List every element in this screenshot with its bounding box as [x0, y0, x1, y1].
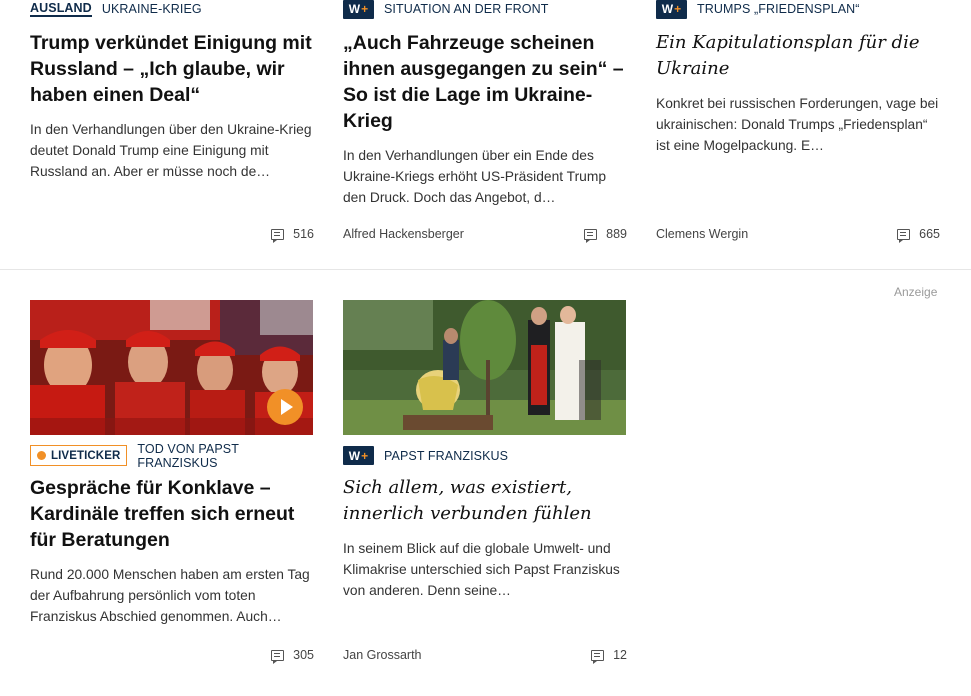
article-headline[interactable]: Trump verkündet Einigung mit Russland – …	[30, 30, 314, 108]
article-headline[interactable]: Sich allem, was existiert, innerlich ver…	[343, 475, 627, 527]
comment-count: 12	[613, 648, 627, 662]
article-teaser[interactable]: Rund 20.000 Menschen haben am ersten Tag…	[30, 564, 314, 627]
topic-label[interactable]: SITUATION AN DER FRONT	[384, 2, 548, 16]
article-card-1[interactable]: AUSLAND UKRAINE-KRIEG Trump verkündet Ei…	[30, 0, 314, 243]
welt-plus-badge: W +	[656, 0, 687, 19]
row-divider	[0, 269, 971, 270]
pope-tree-photo	[343, 300, 626, 435]
topic-label[interactable]: TOD VON PAPST FRANZISKUS	[137, 442, 314, 470]
comment-count: 665	[919, 227, 940, 241]
article-card-3[interactable]: W + TRUMPS „FRIEDENSPLAN“ Ein Kapitulatio…	[656, 0, 940, 243]
comment-icon	[271, 228, 285, 243]
comment-icon	[584, 228, 598, 243]
article-image-pope-tree[interactable]	[343, 300, 626, 435]
article-image-cardinals[interactable]	[30, 300, 313, 435]
article-meta: 516	[30, 226, 314, 243]
comments-link[interactable]: 665	[897, 227, 940, 243]
article-card-4[interactable]: LIVETICKER TOD VON PAPST FRANZISKUS Gesp…	[30, 442, 314, 664]
topic-label[interactable]: TRUMPS „FRIEDENSPLAN“	[697, 2, 860, 16]
live-dot-icon	[37, 451, 46, 460]
kicker: W + SITUATION AN DER FRONT	[343, 0, 627, 19]
article-teaser[interactable]: In den Verhandlungen über ein Ende des U…	[343, 145, 627, 208]
comment-count: 305	[293, 648, 314, 662]
comment-count: 516	[293, 227, 314, 241]
comment-icon	[897, 228, 911, 243]
play-video-button[interactable]	[267, 389, 303, 425]
topic-label[interactable]: PAPST FRANZISKUS	[384, 449, 508, 463]
article-headline[interactable]: „Auch Fahrzeuge scheinen ihnen ausgegang…	[343, 30, 627, 134]
author-name[interactable]: Alfred Hackensberger	[343, 227, 464, 241]
article-teaser[interactable]: Konkret bei russischen Forderungen, vage…	[656, 93, 940, 156]
welt-plus-badge: W +	[343, 446, 374, 465]
comment-icon	[271, 649, 285, 664]
author-name[interactable]: Clemens Wergin	[656, 227, 748, 241]
comments-link[interactable]: 516	[271, 227, 314, 243]
ad-label: Anzeige	[894, 285, 938, 299]
author-name[interactable]: Jan Grossarth	[343, 648, 422, 662]
comment-count: 889	[606, 227, 627, 241]
comment-icon	[591, 649, 605, 664]
article-meta: 305	[30, 647, 314, 664]
article-card-2[interactable]: W + SITUATION AN DER FRONT „Auch Fahrzeug…	[343, 0, 627, 243]
comments-link[interactable]: 889	[584, 227, 627, 243]
article-headline[interactable]: Ein Kapitulationsplan für die Ukraine	[656, 30, 940, 82]
comments-link[interactable]: 12	[591, 648, 627, 664]
article-headline[interactable]: Gespräche für Konklave – Kardinäle treff…	[30, 475, 314, 553]
topic-label[interactable]: UKRAINE-KRIEG	[102, 2, 202, 16]
kicker: W + PAPST FRANZISKUS	[343, 445, 627, 466]
section-label[interactable]: AUSLAND	[30, 1, 92, 17]
article-meta: Jan Grossarth 12	[343, 647, 627, 664]
article-meta: Clemens Wergin 665	[656, 226, 940, 243]
article-teaser[interactable]: In den Verhandlungen über den Ukraine-Kr…	[30, 119, 314, 182]
article-meta: Alfred Hackensberger 889	[343, 226, 627, 243]
liveticker-badge: LIVETICKER	[30, 445, 128, 466]
kicker: W + TRUMPS „FRIEDENSPLAN“	[656, 0, 940, 19]
comments-link[interactable]: 305	[271, 648, 314, 664]
liveticker-label: LIVETICKER	[51, 449, 121, 462]
kicker: LIVETICKER TOD VON PAPST FRANZISKUS	[30, 442, 314, 470]
kicker: AUSLAND UKRAINE-KRIEG	[30, 0, 314, 18]
article-teaser[interactable]: In seinem Blick auf die globale Umwelt- …	[343, 538, 627, 601]
welt-plus-badge: W +	[343, 0, 374, 19]
article-card-5[interactable]: W + PAPST FRANZISKUS Sich allem, was exis…	[343, 445, 627, 664]
